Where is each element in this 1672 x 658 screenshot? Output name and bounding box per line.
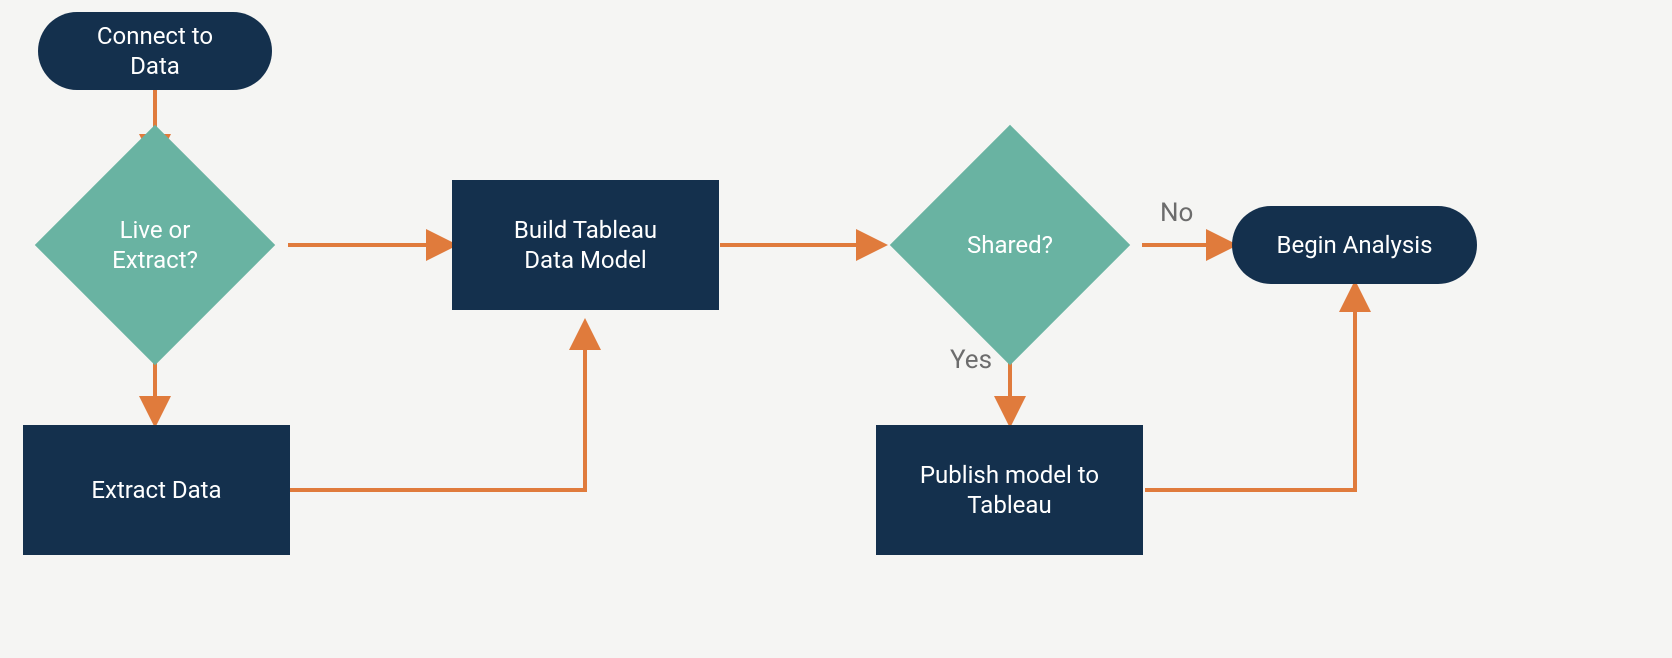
decision-live-extract-label: Live or Extract? xyxy=(112,215,198,275)
edge-extract-to-build xyxy=(290,326,585,490)
edge-publish-to-begin xyxy=(1145,288,1355,490)
edge-label-no: No xyxy=(1160,198,1193,228)
node-begin-analysis: Begin Analysis xyxy=(1232,206,1477,284)
edge-label-yes: Yes xyxy=(950,345,992,375)
node-build-tableau-data-model: Build Tableau Data Model xyxy=(452,180,719,310)
decision-shared-label: Shared? xyxy=(967,230,1053,260)
node-decision-shared: Shared? xyxy=(878,160,1142,330)
node-decision-live-or-extract: Live or Extract? xyxy=(35,160,275,330)
node-extract-data: Extract Data xyxy=(23,425,290,555)
node-connect-to-data: Connect to Data xyxy=(38,12,272,90)
node-publish-model: Publish model to Tableau xyxy=(876,425,1143,555)
flowchart-canvas: Connect to Data Live or Extract? Extract… xyxy=(0,0,1672,658)
